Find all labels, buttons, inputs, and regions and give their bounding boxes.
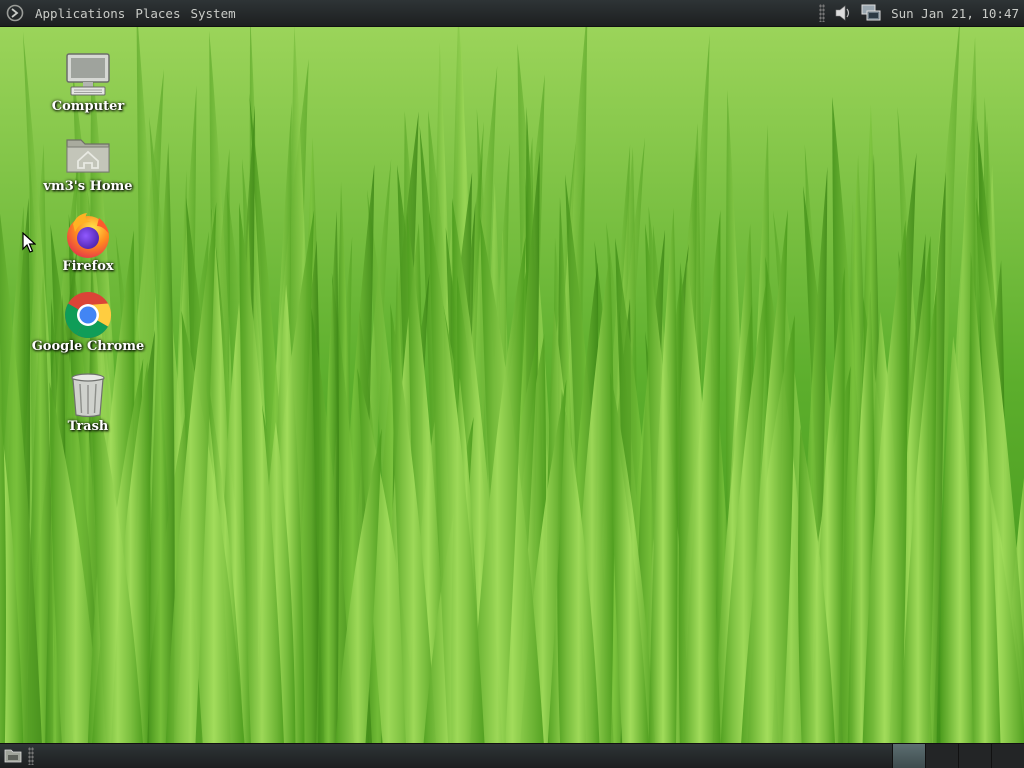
workspace-2[interactable]: [925, 743, 958, 768]
desktop-icon-trash[interactable]: Trash: [28, 369, 148, 434]
workspace-4[interactable]: [991, 743, 1024, 768]
panel-clock[interactable]: Sun Jan 21, 10:47: [891, 6, 1019, 21]
home-folder-icon: [62, 129, 114, 181]
computer-icon: [62, 49, 114, 101]
desktop-icon-chrome[interactable]: Google Chrome: [28, 289, 148, 354]
notification-area: Sun Jan 21, 10:47: [819, 0, 1024, 27]
desktop-icon-label: Google Chrome: [31, 339, 145, 354]
desktop-icon-computer[interactable]: Computer: [28, 49, 148, 114]
desktop-icon-label: Firefox: [62, 259, 114, 274]
desktop-icon-label: Trash: [67, 419, 109, 434]
grass-wallpaper: [0, 27, 1024, 743]
workspace-switcher: [892, 743, 1024, 768]
desktop-icon-home[interactable]: vm3's Home: [28, 129, 148, 194]
menu-places[interactable]: Places: [130, 0, 185, 27]
desktop-icon-label: Computer: [51, 99, 125, 114]
panel-drag-handle[interactable]: [28, 747, 34, 765]
mouse-pointer-icon: [22, 232, 36, 253]
desktop-icon-label: vm3's Home: [43, 179, 133, 194]
top-panel: Applications Places System Sun Jan 21, 1…: [0, 0, 1024, 27]
menu-applications[interactable]: Applications: [30, 0, 130, 27]
tray-drag-handle[interactable]: [819, 4, 826, 22]
bottom-panel: [0, 743, 1024, 768]
show-desktop-icon[interactable]: [2, 745, 24, 767]
volume-icon[interactable]: [832, 2, 854, 24]
network-icon[interactable]: [860, 2, 882, 24]
mate-menu-icon[interactable]: [4, 2, 26, 24]
trash-icon: [62, 369, 114, 421]
firefox-icon: [62, 209, 114, 261]
workspace-3[interactable]: [958, 743, 991, 768]
desktop-icon-firefox[interactable]: Firefox: [28, 209, 148, 274]
menu-system[interactable]: System: [185, 0, 240, 27]
workspace-1[interactable]: [892, 743, 925, 768]
chrome-icon: [62, 289, 114, 341]
